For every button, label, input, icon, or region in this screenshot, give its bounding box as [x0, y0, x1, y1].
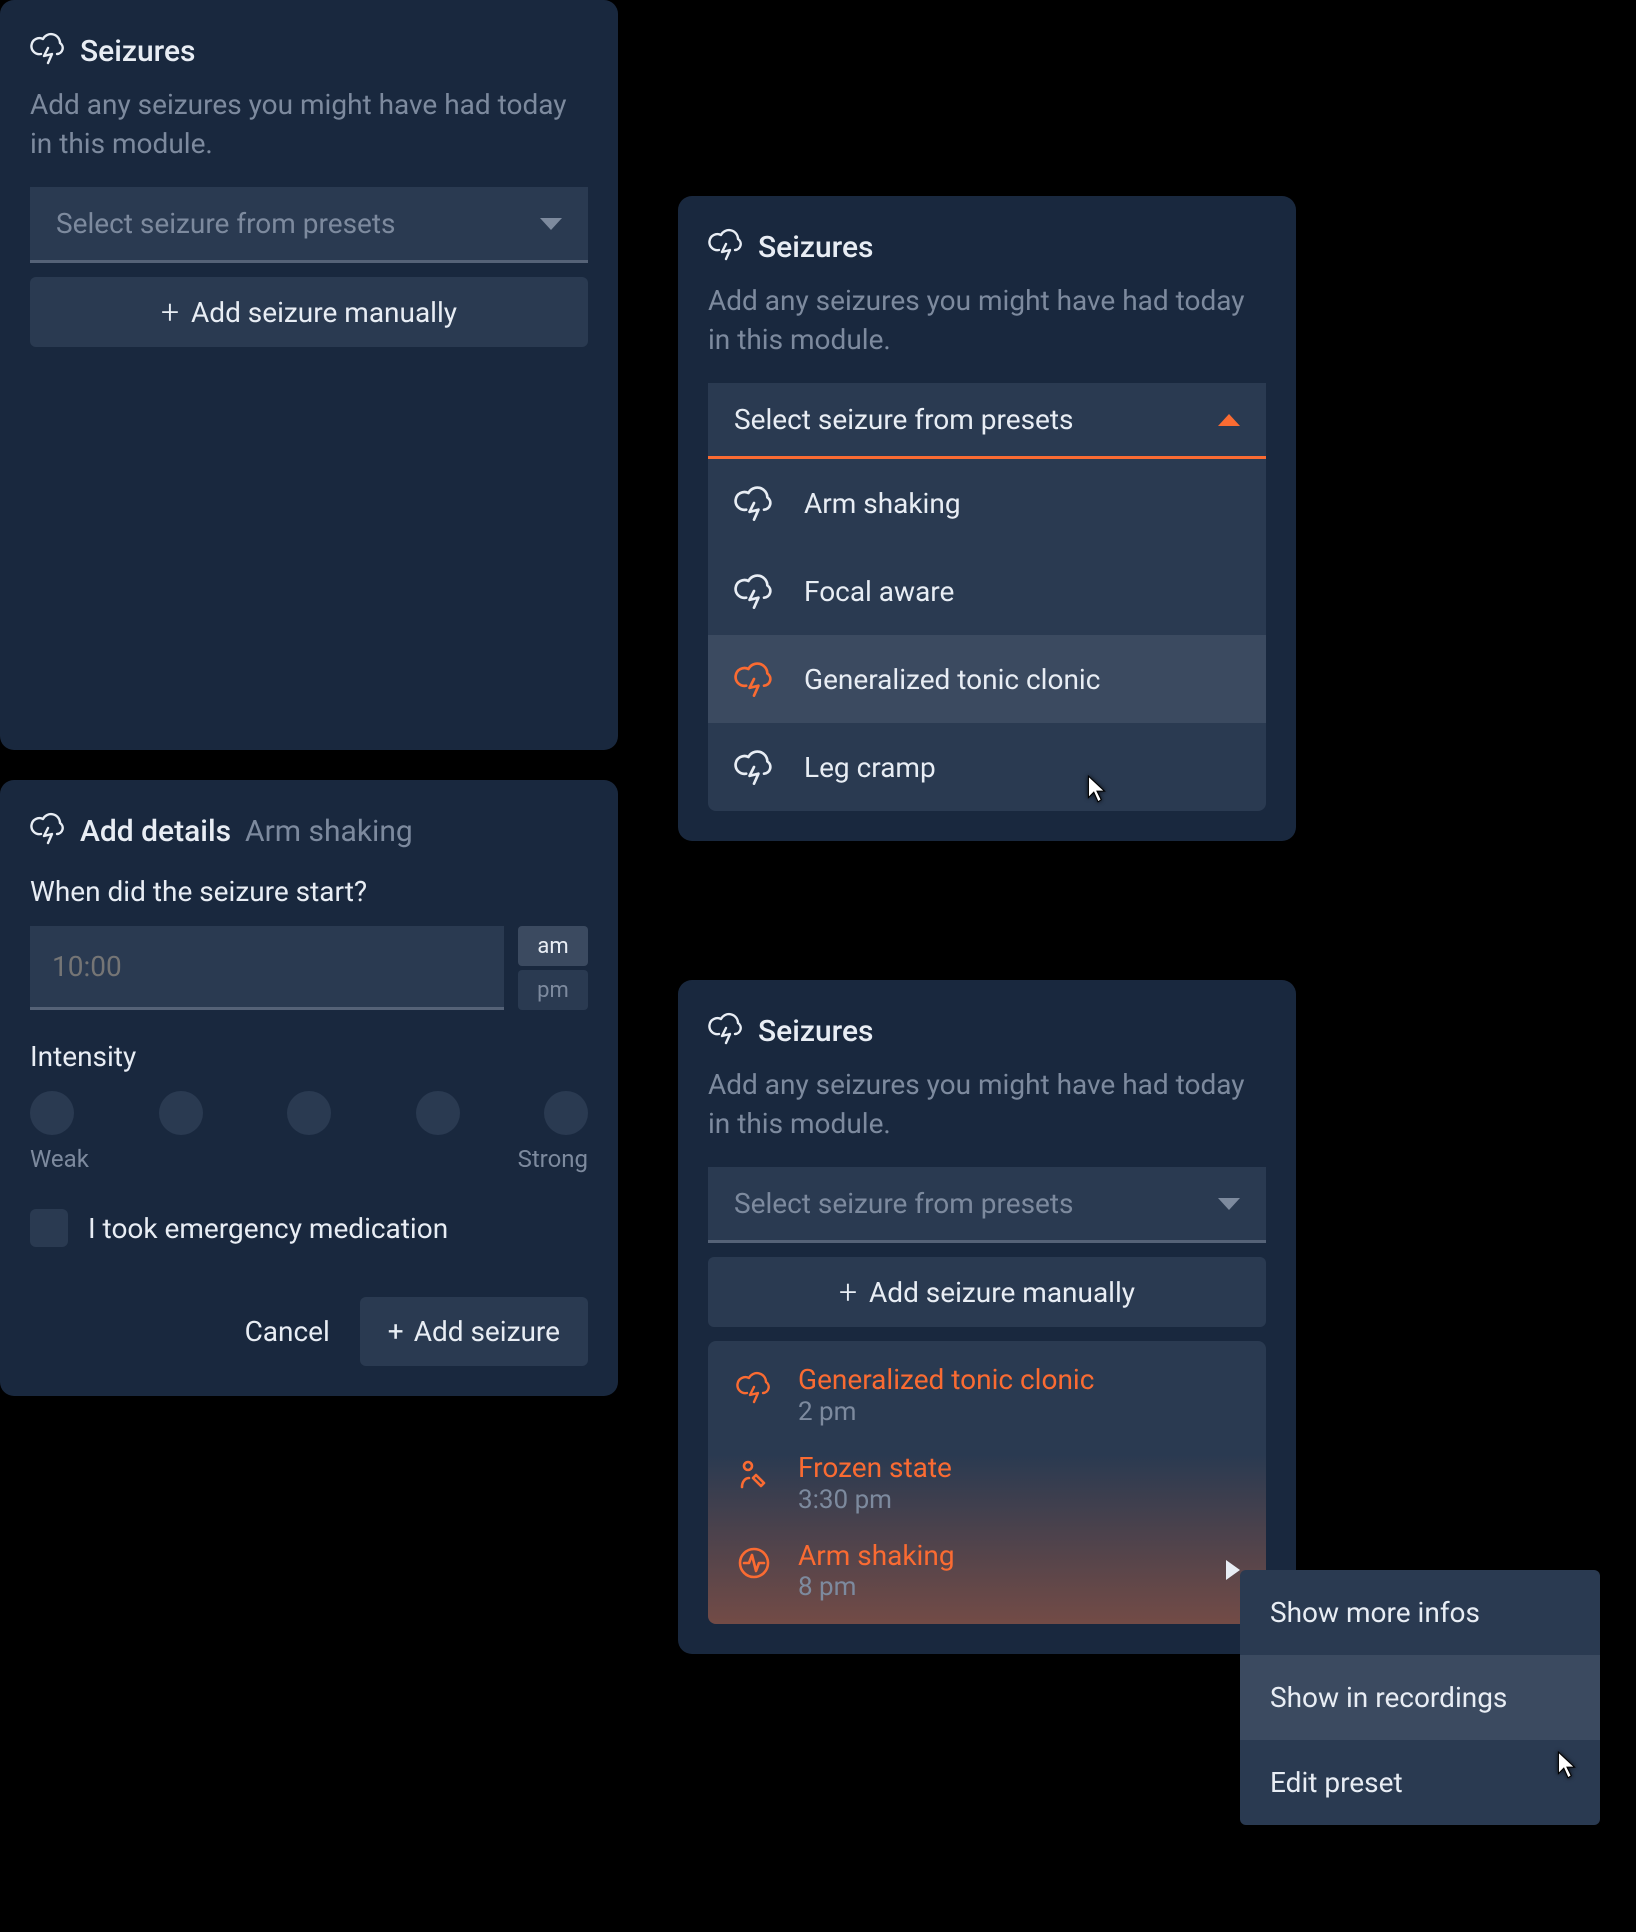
select-placeholder: Select seizure from presets	[56, 207, 395, 240]
seizures-card-collapsed: Seizures Add any seizures you might have…	[0, 0, 618, 750]
cloud-bolt-icon	[734, 483, 774, 523]
plus-icon: +	[388, 1315, 404, 1348]
time-row: am pm	[30, 926, 588, 1010]
cursor-icon	[1086, 774, 1108, 804]
seizure-entry[interactable]: Arm shaking8 pm	[708, 1527, 1266, 1615]
time-question: When did the seizure start?	[30, 875, 588, 908]
card-title: Seizures	[80, 34, 196, 69]
cloud-bolt-icon	[734, 659, 774, 699]
details-header: Add details Arm shaking	[30, 810, 588, 853]
intensity-dot-3[interactable]	[287, 1091, 331, 1135]
preset-select-open[interactable]: Select seizure from presets	[708, 383, 1266, 459]
seizures-card-open: Seizures Add any seizures you might have…	[678, 196, 1296, 841]
add-seizure-label: Add seizure	[414, 1315, 560, 1348]
preset-option[interactable]: Focal aware	[708, 547, 1266, 635]
intensity-dot-2[interactable]	[159, 1091, 203, 1135]
seizure-icon	[708, 226, 744, 269]
seizure-icon	[708, 1010, 744, 1053]
activity-icon	[734, 1543, 774, 1583]
add-manual-label: Add seizure manually	[869, 1276, 1135, 1309]
preset-option[interactable]: Arm shaking	[708, 459, 1266, 547]
chevron-down-icon	[1218, 1198, 1240, 1210]
details-actions: Cancel + Add seizure	[30, 1297, 588, 1366]
card-subtitle: Add any seizures you might have had toda…	[708, 281, 1266, 359]
card-header: Seizures	[30, 30, 588, 73]
chevron-up-icon	[1218, 414, 1240, 426]
context-menu: Show more infosShow in recordingsEdit pr…	[1240, 1570, 1600, 1825]
card-subtitle: Add any seizures you might have had toda…	[708, 1065, 1266, 1143]
entry-name: Generalized tonic clonic	[798, 1363, 1094, 1397]
intensity-range-labels: Weak Strong	[30, 1145, 588, 1173]
time-input[interactable]	[30, 926, 504, 1010]
preset-label: Focal aware	[804, 575, 954, 608]
preset-select[interactable]: Select seizure from presets	[708, 1167, 1266, 1243]
emergency-label: I took emergency medication	[88, 1212, 448, 1245]
context-menu-item[interactable]: Show in recordings	[1240, 1655, 1600, 1740]
cursor-icon	[1556, 1750, 1578, 1780]
add-manual-label: Add seizure manually	[191, 296, 457, 329]
cancel-button[interactable]: Cancel	[245, 1315, 330, 1348]
preset-option[interactable]: Generalized tonic clonic	[708, 635, 1266, 723]
card-header: Seizures	[708, 226, 1266, 269]
intensity-strong: Strong	[518, 1145, 588, 1173]
card-subtitle: Add any seizures you might have had toda…	[30, 85, 588, 163]
plus-icon: +	[161, 296, 179, 328]
intensity-dot-5[interactable]	[544, 1091, 588, 1135]
preset-label: Leg cramp	[804, 751, 936, 784]
details-title: Add details	[80, 814, 231, 849]
intensity-weak: Weak	[30, 1145, 89, 1173]
preset-label: Arm shaking	[804, 487, 961, 520]
edit-figure-icon	[734, 1455, 774, 1495]
cloud-bolt-icon	[734, 1367, 774, 1407]
pm-button[interactable]: pm	[518, 970, 588, 1010]
am-button[interactable]: am	[518, 926, 588, 966]
ampm-toggle: am pm	[518, 926, 588, 1010]
intensity-label: Intensity	[30, 1040, 588, 1073]
entry-text: Frozen state3:30 pm	[798, 1451, 952, 1515]
select-placeholder: Select seizure from presets	[734, 403, 1073, 436]
entry-time: 2 pm	[798, 1397, 1094, 1427]
seizure-entry[interactable]: Frozen state3:30 pm	[708, 1439, 1266, 1527]
card-title: Seizures	[758, 230, 874, 265]
intensity-scale	[30, 1091, 588, 1135]
entry-time: 3:30 pm	[798, 1485, 952, 1515]
entry-name: Frozen state	[798, 1451, 952, 1485]
seizures-card-entries: Seizures Add any seizures you might have…	[678, 980, 1296, 1654]
add-details-card: Add details Arm shaking When did the sei…	[0, 780, 618, 1396]
entry-time: 8 pm	[798, 1572, 955, 1602]
preset-select[interactable]: Select seizure from presets	[30, 187, 588, 263]
preset-label: Generalized tonic clonic	[804, 663, 1100, 696]
add-seizure-button[interactable]: + Add seizure	[360, 1297, 588, 1366]
preset-dropdown: Arm shaking Focal aware Generalized tonic …	[708, 459, 1266, 811]
chevron-down-icon	[540, 218, 562, 230]
entry-text: Arm shaking8 pm	[798, 1539, 955, 1603]
context-menu-item[interactable]: Edit preset	[1240, 1740, 1600, 1825]
cloud-bolt-icon	[734, 747, 774, 787]
entry-name: Arm shaking	[798, 1539, 955, 1573]
card-header: Seizures	[708, 1010, 1266, 1053]
plus-icon: +	[839, 1276, 857, 1308]
caret-right-icon	[1226, 1560, 1240, 1580]
cloud-bolt-icon	[734, 571, 774, 611]
emergency-checkbox[interactable]	[30, 1209, 68, 1247]
context-menu-item[interactable]: Show more infos	[1240, 1570, 1600, 1655]
add-manual-button[interactable]: + Add seizure manually	[708, 1257, 1266, 1327]
entry-list: Generalized tonic clonic2 pm Frozen state…	[708, 1341, 1266, 1624]
intensity-dot-1[interactable]	[30, 1091, 74, 1135]
add-manual-button[interactable]: + Add seizure manually	[30, 277, 588, 347]
preset-option[interactable]: Leg cramp	[708, 723, 1266, 811]
seizure-icon	[30, 810, 66, 853]
details-subject: Arm shaking	[245, 814, 413, 849]
emergency-row: I took emergency medication	[30, 1209, 588, 1247]
entry-text: Generalized tonic clonic2 pm	[798, 1363, 1094, 1427]
card-title: Seizures	[758, 1014, 874, 1049]
select-placeholder: Select seizure from presets	[734, 1187, 1073, 1220]
seizure-icon	[30, 30, 66, 73]
seizure-entry[interactable]: Generalized tonic clonic2 pm	[708, 1351, 1266, 1439]
intensity-dot-4[interactable]	[416, 1091, 460, 1135]
